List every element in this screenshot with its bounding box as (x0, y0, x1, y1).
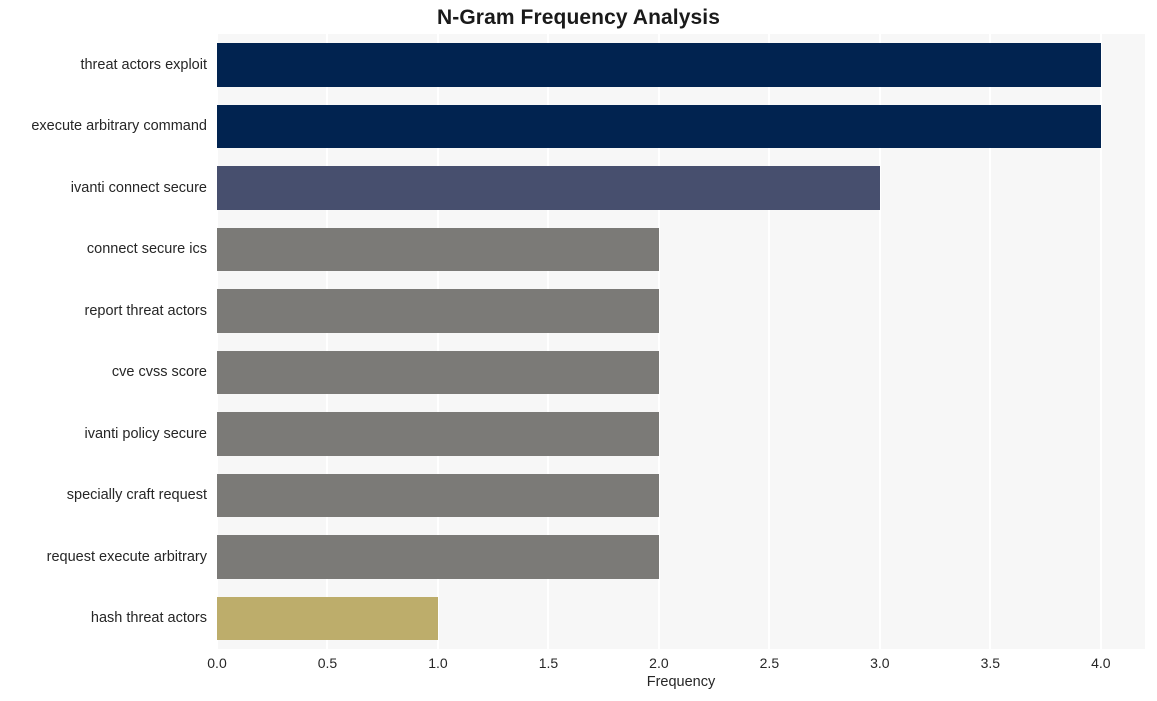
bar-row (217, 465, 1145, 527)
x-axis-label: Frequency (646, 674, 716, 690)
page-title: N-Gram Frequency Analysis (437, 6, 720, 29)
bar[interactable] (217, 535, 659, 579)
bar[interactable] (217, 412, 659, 456)
bar-row (217, 219, 1145, 281)
y-axis-tick-labels: threat actors exploit execute arbitrary c… (0, 34, 207, 649)
x-tick-label: 3.5 (980, 655, 1001, 671)
bar[interactable] (217, 104, 1101, 148)
chart-figure: N-Gram Frequency Analysis threat actors … (0, 0, 1157, 701)
bar[interactable] (217, 350, 659, 394)
x-tick-label: 1.5 (538, 655, 559, 671)
x-tick-label: 0.5 (317, 655, 338, 671)
x-tick-label: 4.0 (1091, 655, 1111, 671)
bar-row (217, 526, 1145, 588)
bar-row (217, 157, 1145, 219)
y-tick-label: ivanti policy secure (84, 425, 208, 442)
bar[interactable] (217, 473, 659, 517)
plot-area (217, 34, 1145, 649)
y-tick-label: execute arbitrary command (31, 118, 207, 135)
y-tick-label: report threat actors (84, 302, 208, 319)
x-tick-label: 1.0 (428, 655, 448, 671)
bar-row (217, 34, 1145, 96)
y-tick-label: threat actors exploit (80, 56, 207, 73)
bar[interactable] (217, 166, 880, 210)
x-tick-label: 0.0 (207, 655, 227, 671)
bar-row (217, 342, 1145, 404)
bar[interactable] (217, 43, 1101, 87)
y-tick-label: specially craft request (66, 487, 207, 504)
y-tick-label: cve cvss score (111, 364, 207, 381)
bar-row (217, 588, 1145, 650)
y-tick-label: request execute arbitrary (46, 548, 207, 565)
bar-row (217, 96, 1145, 158)
bar[interactable] (217, 227, 659, 271)
bar[interactable] (217, 596, 438, 640)
x-tick-label: 2.0 (649, 655, 669, 671)
bar[interactable] (217, 289, 659, 333)
y-tick-label: hash threat actors (90, 610, 207, 627)
y-tick-label: ivanti connect secure (70, 179, 207, 196)
y-tick-label: connect secure ics (86, 241, 207, 258)
x-tick-label: 3.0 (870, 655, 890, 671)
bar-row (217, 280, 1145, 342)
bar-row (217, 403, 1145, 465)
x-tick-label: 2.5 (759, 655, 780, 671)
